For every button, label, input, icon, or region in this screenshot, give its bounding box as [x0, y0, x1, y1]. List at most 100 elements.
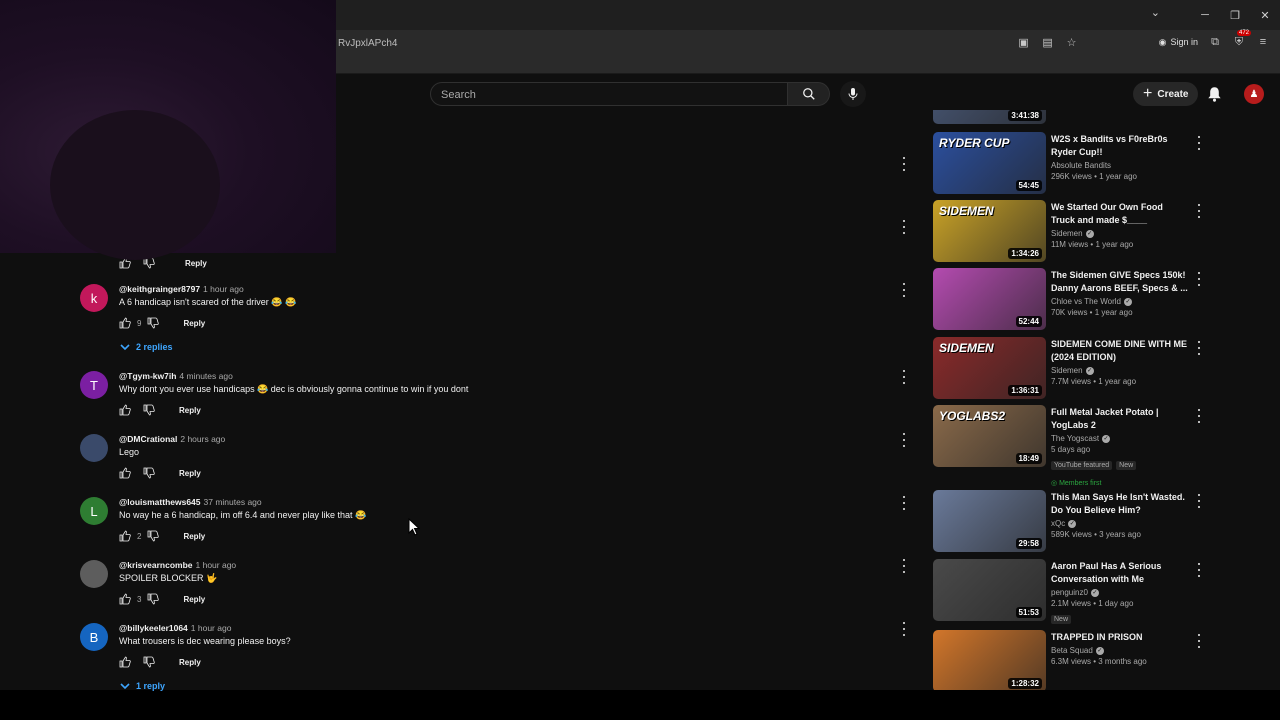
video-thumbnail[interactable]: SIDEMEN 1:34:26 [933, 200, 1046, 262]
browser-menu-icon[interactable]: ≡ [1256, 35, 1270, 49]
dislike-icon[interactable] [143, 404, 155, 416]
comment-time[interactable]: 4 minutes ago [179, 371, 232, 381]
like-icon[interactable] [119, 404, 131, 416]
like-icon[interactable] [119, 317, 131, 329]
comment-author[interactable]: @keithgrainger8797 [119, 284, 200, 294]
tab-search-chevron-icon[interactable]: ⌄ [1151, 6, 1160, 19]
video-thumbnail[interactable]: 51:53 [933, 559, 1046, 621]
dislike-icon[interactable] [147, 593, 160, 605]
more-actions-icon[interactable] [1196, 494, 1202, 508]
video-title[interactable]: We Started Our Own Food Truck and made $… [1051, 201, 1189, 227]
sign-in-button[interactable]: ◉ Sign in [1159, 37, 1198, 48]
commenter-avatar[interactable]: k [80, 284, 108, 312]
commenter-avatar[interactable] [80, 434, 108, 462]
recommended-video[interactable]: SIDEMEN 1:34:26 We Started Our Own Food Tr… [932, 200, 1280, 262]
comment-author[interactable]: @Tgym-kw7ih [119, 371, 176, 381]
video-title[interactable]: Full Metal Jacket Potato | YogLabs 2 [1051, 406, 1189, 432]
like-icon[interactable] [119, 467, 131, 479]
ublock-extension-icon[interactable]: ⛨ 472 [1232, 30, 1252, 49]
more-actions-icon[interactable] [900, 157, 908, 171]
recommended-video[interactable]: RYDER CUP 54:45 W2S x Bandits vs F0reBr0s … [932, 132, 1280, 194]
recommended-video[interactable]: YOGLABS2 18:49 Full Metal Jacket Potato | … [932, 405, 1280, 487]
like-icon[interactable] [119, 530, 131, 542]
commenter-avatar[interactable] [80, 560, 108, 588]
video-thumbnail[interactable]: 52:44 [933, 268, 1046, 330]
cast-icon[interactable]: ▤ [1041, 35, 1055, 49]
video-thumbnail[interactable]: YOGLABS2 18:49 [933, 405, 1046, 467]
more-actions-icon[interactable] [900, 370, 908, 384]
channel-name[interactable]: xQc ✓ [1051, 519, 1189, 528]
create-button[interactable]: + Create [1133, 82, 1199, 106]
video-title[interactable]: This Man Says He Isn't Wasted. Do You Be… [1051, 491, 1189, 517]
dislike-icon[interactable] [143, 467, 155, 479]
reply-button[interactable]: Reply [183, 595, 205, 604]
recommended-video[interactable]: 52:44 The Sidemen GIVE Specs 150k! Danny … [932, 268, 1280, 330]
more-actions-icon[interactable] [900, 496, 908, 510]
recommended-video[interactable]: SIDEMEN 1:36:31 SIDEMEN COME DINE WITH ME … [932, 337, 1280, 399]
recommended-video[interactable]: 29:58 This Man Says He Isn't Wasted. Do Y… [932, 490, 1280, 552]
video-title[interactable]: W2S x Bandits vs F0reBr0s Ryder Cup!! [1051, 133, 1189, 159]
more-actions-icon[interactable] [900, 559, 908, 573]
view-replies-button[interactable]: 1 reply [120, 681, 165, 691]
more-actions-icon[interactable] [900, 283, 908, 297]
minimize-icon[interactable]: ─ [1196, 6, 1214, 24]
like-icon[interactable] [119, 656, 131, 668]
comment-author[interactable]: @louismatthews645 [119, 497, 201, 507]
more-actions-icon[interactable] [900, 433, 908, 447]
reply-button[interactable]: Reply [185, 259, 207, 268]
comment-time[interactable]: 1 hour ago [203, 284, 244, 294]
search-button[interactable] [788, 82, 830, 106]
comment-time[interactable]: 1 hour ago [191, 623, 232, 633]
commenter-avatar[interactable]: T [80, 371, 108, 399]
commenter-avatar[interactable]: L [80, 497, 108, 525]
video-thumbnail[interactable]: RYDER CUP 54:45 [933, 132, 1046, 194]
more-actions-icon[interactable] [900, 220, 908, 234]
channel-name[interactable]: Sidemen ✓ [1051, 366, 1189, 375]
more-actions-icon[interactable] [1196, 634, 1202, 648]
close-icon[interactable]: ✕ [1256, 6, 1274, 24]
install-app-icon[interactable]: ▣ [1017, 35, 1031, 49]
video-thumbnail[interactable]: 3:41:38 [933, 110, 1046, 124]
reply-button[interactable]: Reply [179, 658, 201, 667]
more-actions-icon[interactable] [1196, 341, 1202, 355]
comment-time[interactable]: 1 hour ago [196, 560, 237, 570]
video-thumbnail[interactable]: 1:28:32 [933, 630, 1046, 690]
more-actions-icon[interactable] [900, 622, 908, 636]
comment-author[interactable]: @krisvearncombe [119, 560, 193, 570]
extensions-puzzle-icon[interactable]: ⧉ [1208, 35, 1222, 49]
url-field[interactable]: RvJpxlAPch4 [338, 38, 397, 49]
reply-button[interactable]: Reply [183, 532, 205, 541]
comment-author[interactable]: @billykeeler1064 [119, 623, 188, 633]
video-title[interactable]: SIDEMEN COME DINE WITH ME (2024 EDITION) [1051, 338, 1189, 364]
recommended-video[interactable]: 51:53 Aaron Paul Has A Serious Conversati… [932, 559, 1280, 624]
channel-name[interactable]: Sidemen ✓ [1051, 229, 1189, 238]
recommended-video[interactable]: 3:41:38 [932, 110, 1280, 124]
comment-time[interactable]: 2 hours ago [180, 434, 225, 444]
video-title[interactable]: TRAPPED IN PRISON [1051, 631, 1189, 644]
dislike-icon[interactable] [143, 656, 155, 668]
more-actions-icon[interactable] [1196, 204, 1202, 218]
more-actions-icon[interactable] [1196, 563, 1202, 577]
search-input[interactable]: Search [430, 82, 788, 106]
video-thumbnail[interactable]: 29:58 [933, 490, 1046, 552]
more-actions-icon[interactable] [1196, 409, 1202, 423]
view-replies-button[interactable]: 2 replies [120, 342, 173, 352]
reply-button[interactable]: Reply [179, 406, 201, 415]
dislike-icon[interactable] [147, 530, 160, 542]
channel-name[interactable]: penguinz0 ✓ [1051, 588, 1189, 597]
notifications-button[interactable] [1204, 84, 1224, 104]
reply-button[interactable]: Reply [179, 469, 201, 478]
bookmark-star-icon[interactable]: ☆ [1065, 35, 1079, 49]
recommended-video[interactable]: 1:28:32 TRAPPED IN PRISON Beta Squad ✓ 6.3M … [932, 630, 1280, 690]
like-icon[interactable] [119, 593, 131, 605]
channel-name[interactable]: Chloe vs The World ✓ [1051, 297, 1189, 306]
comment-time[interactable]: 37 minutes ago [204, 497, 262, 507]
reply-button[interactable]: Reply [183, 319, 205, 328]
account-avatar[interactable]: ♟ [1244, 84, 1264, 104]
maximize-icon[interactable]: ❐ [1226, 6, 1244, 24]
commenter-avatar[interactable]: B [80, 623, 108, 651]
channel-name[interactable]: Absolute Bandits [1051, 161, 1189, 170]
more-actions-icon[interactable] [1196, 272, 1202, 286]
video-title[interactable]: Aaron Paul Has A Serious Conversation wi… [1051, 560, 1189, 586]
video-title[interactable]: The Sidemen GIVE Specs 150k! Danny Aaron… [1051, 269, 1189, 295]
